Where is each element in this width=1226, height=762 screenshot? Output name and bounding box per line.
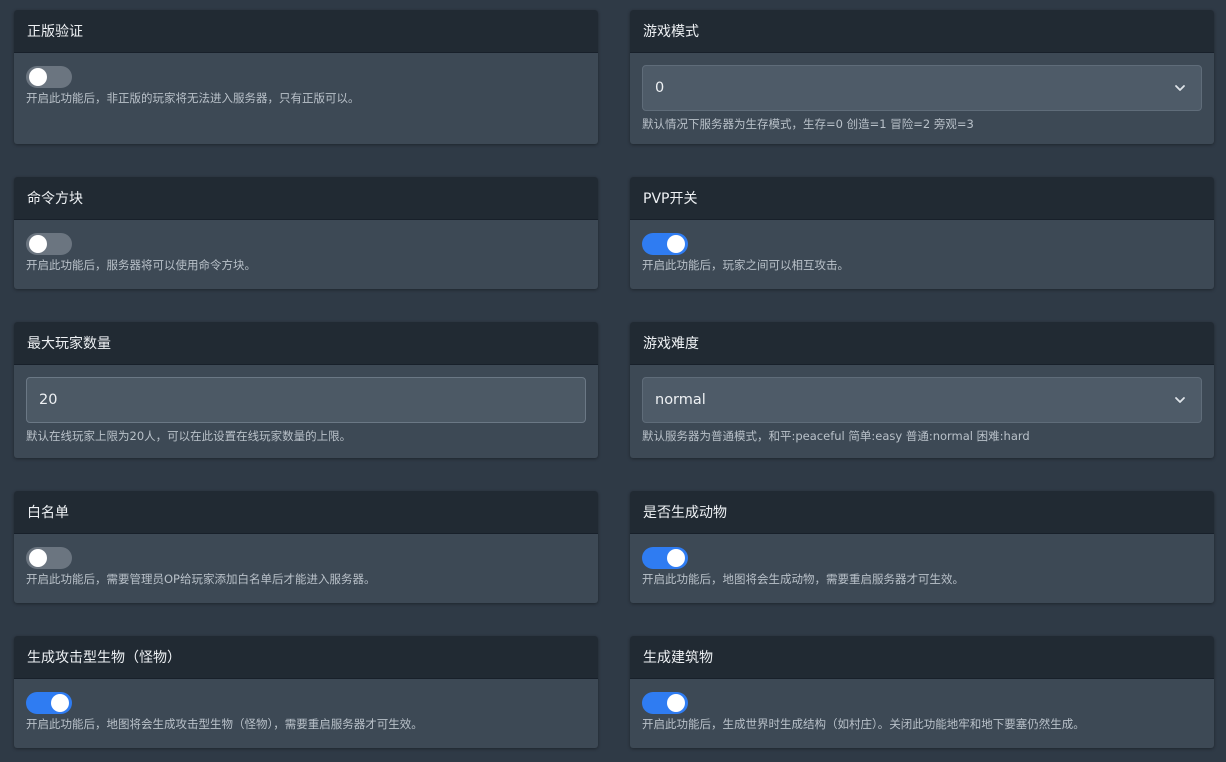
generate-structures-card: 生成建筑物 开启此功能后，生成世界时生成结构（如村庄）。关闭此功能地牢和地下要塞… [630,636,1214,748]
whitelist-card: 白名单 开启此功能后，需要管理员OP给玩家添加白名单后才能进入服务器。 [14,491,598,603]
generate-structures-title: 生成建筑物 [630,636,1214,679]
command-block-card: 命令方块 开启此功能后，服务器将可以使用命令方块。 [14,177,598,289]
command-block-title: 命令方块 [14,177,598,220]
online-mode-toggle[interactable] [26,66,72,88]
difficulty-select[interactable]: normal [642,377,1202,423]
toggle-knob [29,549,47,567]
difficulty-card: 游戏难度 normal 默认服务器为普通模式，和平:peaceful 简单:ea… [630,322,1214,458]
toggle-knob [667,549,685,567]
pvp-help: 开启此功能后，玩家之间可以相互攻击。 [642,258,849,272]
spawn-monsters-card: 生成攻击型生物（怪物） 开启此功能后，地图将会生成攻击型生物（怪物），需要重启服… [14,636,598,748]
game-mode-select[interactable]: 0 [642,65,1202,111]
toggle-knob [667,694,685,712]
online-mode-card: 正版验证 开启此功能后，非正版的玩家将无法进入服务器，只有正版可以。 [14,10,598,144]
pvp-card: PVP开关 开启此功能后，玩家之间可以相互攻击。 [630,177,1214,289]
game-mode-help: 默认情况下服务器为生存模式，生存=0 创造=1 冒险=2 旁观=3 [642,117,974,131]
spawn-animals-card: 是否生成动物 开启此功能后，地图将会生成动物，需要重启服务器才可生效。 [630,491,1214,603]
pvp-toggle[interactable] [642,233,688,255]
toggle-knob [667,235,685,253]
max-players-help: 默认在线玩家上限为20人，可以在此设置在线玩家数量的上限。 [26,429,352,443]
command-block-toggle[interactable] [26,233,72,255]
generate-structures-toggle[interactable] [642,692,688,714]
generate-structures-help: 开启此功能后，生成世界时生成结构（如村庄）。关闭此功能地牢和地下要塞仍然生成。 [642,717,1085,731]
max-players-title: 最大玩家数量 [14,322,598,365]
spawn-animals-toggle[interactable] [642,547,688,569]
whitelist-help: 开启此功能后，需要管理员OP给玩家添加白名单后才能进入服务器。 [26,572,376,586]
toggle-knob [51,694,69,712]
difficulty-help: 默认服务器为普通模式，和平:peaceful 简单:easy 普通:normal… [642,429,1030,443]
game-mode-value: 0 [655,80,665,96]
whitelist-toggle[interactable] [26,547,72,569]
spawn-monsters-toggle[interactable] [26,692,72,714]
game-mode-title: 游戏模式 [630,10,1214,53]
whitelist-title: 白名单 [14,491,598,534]
game-mode-card: 游戏模式 0 默认情况下服务器为生存模式，生存=0 创造=1 冒险=2 旁观=3 [630,10,1214,144]
difficulty-value: normal [655,392,706,408]
online-mode-title: 正版验证 [14,10,598,53]
online-mode-help: 开启此功能后，非正版的玩家将无法进入服务器，只有正版可以。 [26,91,360,105]
chevron-down-icon [1175,397,1185,403]
chevron-down-icon [1175,85,1185,91]
command-block-help: 开启此功能后，服务器将可以使用命令方块。 [26,258,256,272]
spawn-monsters-title: 生成攻击型生物（怪物） [14,636,598,679]
spawn-monsters-help: 开启此功能后，地图将会生成攻击型生物（怪物），需要重启服务器才可生效。 [26,717,423,731]
max-players-card: 最大玩家数量 20 默认在线玩家上限为20人，可以在此设置在线玩家数量的上限。 [14,322,598,458]
toggle-knob [29,68,47,86]
spawn-animals-title: 是否生成动物 [630,491,1214,534]
toggle-knob [29,235,47,253]
spawn-animals-help: 开启此功能后，地图将会生成动物，需要重启服务器才可生效。 [642,572,964,586]
max-players-value: 20 [39,392,58,408]
pvp-title: PVP开关 [630,177,1214,220]
max-players-input[interactable]: 20 [26,377,586,423]
difficulty-title: 游戏难度 [630,322,1214,365]
